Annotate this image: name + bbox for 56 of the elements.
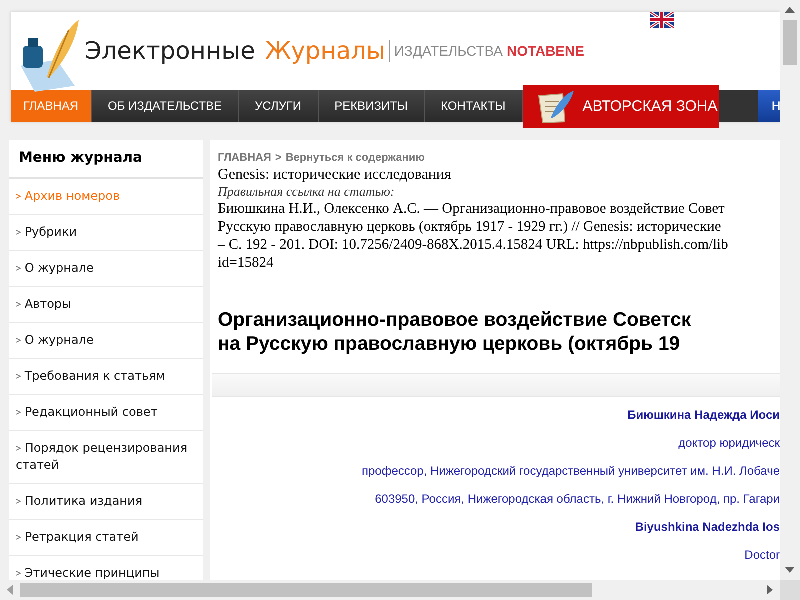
author-name: Биюшкина Надежда Иоси bbox=[628, 407, 780, 424]
scroll-down-icon[interactable] bbox=[785, 567, 795, 573]
article-title: на Русскую православную церковь (октябрь 19 bbox=[218, 332, 682, 356]
nav-link[interactable]: ОБ ИЗДАТЕЛЬСТВЕ bbox=[92, 90, 240, 122]
sidebar-link[interactable]: Ретракция статей bbox=[9, 520, 203, 556]
author-info: доктор юридическ bbox=[678, 435, 780, 452]
author-info: профессор, Нижегородский государственный университет им. Н.И. Лобаче bbox=[362, 463, 780, 480]
sidebar-link[interactable]: О журнале bbox=[9, 323, 203, 359]
chevron-icon bbox=[16, 446, 21, 452]
chevron-icon bbox=[16, 266, 21, 272]
citation-text: – С. 192 - 201. DOI: 10.7256/2409-868X.2015.4.15824 URL: https://nbpublish.com/lib bbox=[218, 236, 730, 254]
citation-text: Биюшкина Н.И., Олексенко А.С. — Организационно-правовое воздействие Совет bbox=[218, 200, 726, 218]
paper-and-quill-icon bbox=[536, 90, 575, 124]
sidebar-link[interactable]: О журнале bbox=[9, 251, 203, 287]
chevron-icon bbox=[16, 374, 21, 380]
breadcrumb-link[interactable]: ГЛАВНАЯ bbox=[218, 152, 272, 164]
chevron-icon bbox=[16, 571, 21, 576]
chevron-icon bbox=[16, 338, 21, 344]
nav-link[interactable]: УСЛУГИ bbox=[239, 90, 319, 122]
citation-label: Правильная ссылка на статью: bbox=[218, 184, 396, 200]
journal-name: Genesis: исторические исследования bbox=[218, 167, 452, 184]
nav-link[interactable]: РЕКВИЗИТЫ bbox=[318, 90, 426, 122]
flag-icon[interactable] bbox=[650, 12, 674, 28]
author-zone-button[interactable]: АВТОРСКАЯ ЗОНА bbox=[522, 85, 719, 128]
sidebar-link[interactable]: Авторы bbox=[9, 287, 203, 323]
author-name: Biyushkina Nadezhda Ios bbox=[635, 519, 780, 536]
chevron-icon bbox=[16, 302, 21, 308]
citation-text: Русскую православную церковь (октябрь 1917 - 1929 гг.) // Genesis: исторические bbox=[218, 218, 722, 236]
article-title: Организационно-правовое воздействие Советск bbox=[218, 308, 692, 332]
chevron-icon bbox=[16, 230, 21, 236]
logo-title-accent: Журналы bbox=[265, 37, 386, 65]
author-info: Doctor bbox=[744, 547, 780, 564]
sidebar-link[interactable]: Политика издания bbox=[9, 484, 203, 520]
breadcrumb-link[interactable]: Вернуться к содержанию bbox=[286, 152, 426, 164]
chevron-icon bbox=[16, 499, 21, 504]
scrollbar-thumb[interactable] bbox=[20, 583, 592, 597]
scrollbar-thumb[interactable] bbox=[783, 20, 797, 65]
chevron-icon bbox=[16, 535, 21, 540]
author-info: 603950, Россия, Нижегородская область, г. Нижний Новгород, пр. Гагари bbox=[375, 491, 780, 508]
nav-link[interactable]: Н bbox=[758, 90, 780, 122]
sidebar-link[interactable]: Требования к статьям bbox=[9, 359, 203, 395]
nav-link[interactable]: КОНТАКТЫ bbox=[425, 90, 523, 122]
scroll-up-icon[interactable] bbox=[785, 7, 795, 13]
publisher-label: ИЗДАТЕЛЬСТВА bbox=[394, 43, 503, 59]
logo-title: Электронные bbox=[85, 37, 256, 65]
publisher-name: NOTABENE bbox=[506, 43, 584, 59]
scroll-right-icon[interactable] bbox=[767, 585, 773, 595]
chevron-icon bbox=[16, 194, 21, 200]
chevron-icon bbox=[16, 410, 21, 416]
breadcrumb-separator: > bbox=[275, 152, 282, 164]
sidebar-link[interactable]: Редакционный совет bbox=[9, 395, 203, 431]
sidebar-link[interactable]: Рубрики bbox=[9, 215, 203, 251]
sidebar-link[interactable]: Порядок рецензирования статей bbox=[9, 431, 203, 484]
citation-text: id=15824 bbox=[218, 254, 275, 272]
scrollbar-corner bbox=[780, 580, 800, 600]
sidebar-title: Меню журнала bbox=[9, 140, 203, 179]
